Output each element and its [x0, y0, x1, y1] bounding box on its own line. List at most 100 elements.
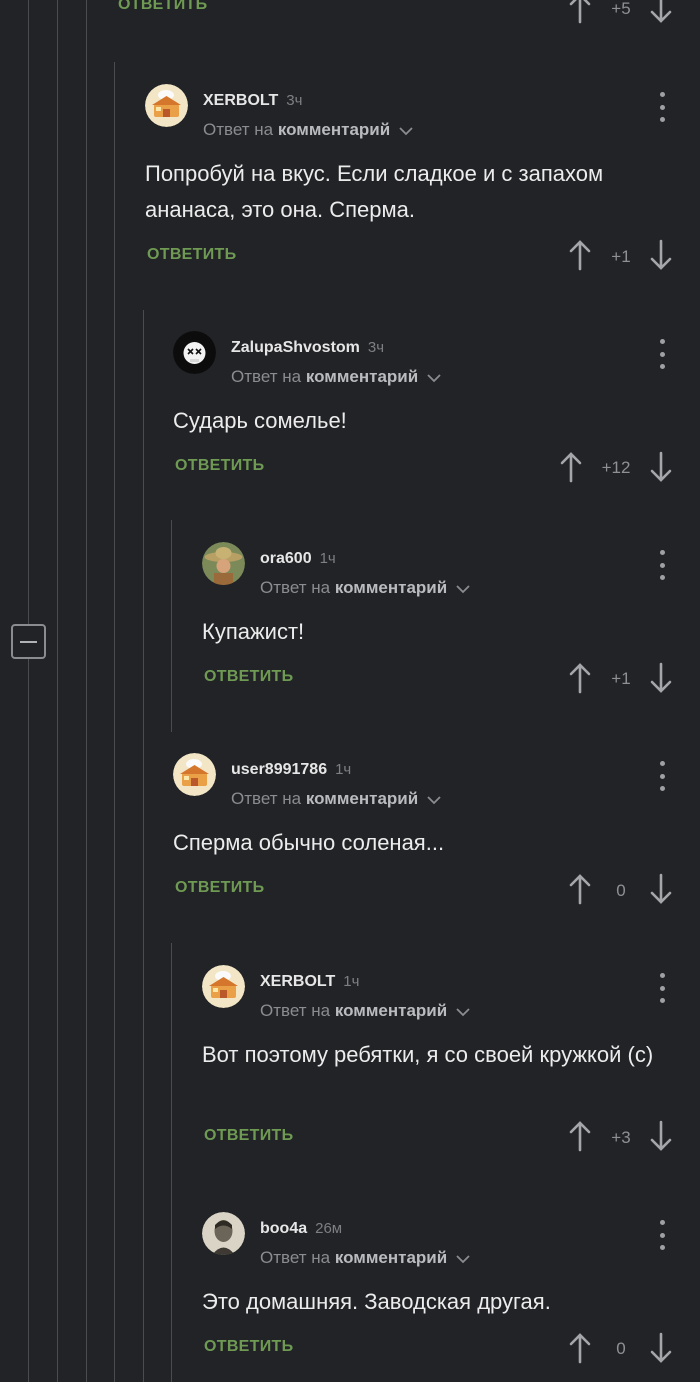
downvote-arrow-icon[interactable]	[650, 662, 672, 694]
comment-text: Вот поэтому ребятки, я со своей кружкой …	[202, 1042, 654, 1067]
comment-text: Купажист!	[202, 619, 305, 644]
reply-button[interactable]: ОТВЕТИТЬ	[204, 1127, 293, 1145]
username-link[interactable]: ZalupaShvostom 3ч	[231, 339, 384, 357]
username: boo4a	[260, 1220, 308, 1237]
user-avatar[interactable]	[202, 542, 245, 585]
reply-to-link[interactable]: Ответ на комментарий	[231, 367, 441, 387]
comment-time: 1ч	[335, 761, 352, 778]
chevron-down-icon	[399, 126, 413, 135]
username: XERBOLT	[260, 973, 336, 990]
vote-score: +5	[611, 0, 631, 18]
comment: XERBOLT 1ч Ответ на комментарий Вот поэто…	[202, 965, 685, 1165]
upvote-arrow-icon[interactable]	[569, 1120, 591, 1152]
thread-line	[143, 310, 144, 1382]
chevron-down-icon	[456, 584, 470, 593]
more-options-icon[interactable]	[654, 92, 670, 122]
downvote-arrow-icon[interactable]	[650, 1120, 672, 1152]
thread-line	[28, 659, 29, 1382]
reply-target: комментарий	[305, 789, 419, 808]
user-avatar[interactable]	[173, 753, 216, 796]
vote-score: 0	[616, 1339, 626, 1358]
comment: XERBOLT 3ч Ответ на комментарий Попробуй …	[145, 84, 685, 284]
thread-line	[114, 62, 115, 1382]
reply-button[interactable]: ОТВЕТИТЬ	[118, 0, 207, 14]
chevron-down-icon	[456, 1254, 470, 1263]
username-link[interactable]: ora600 1ч	[260, 550, 336, 568]
user-avatar[interactable]	[173, 331, 216, 374]
chevron-down-icon	[456, 1007, 470, 1016]
reply-button[interactable]: ОТВЕТИТЬ	[204, 668, 293, 686]
username: XERBOLT	[203, 92, 279, 109]
chevron-down-icon	[427, 373, 441, 382]
comment-text: Сударь сомелье!	[173, 408, 347, 433]
downvote-arrow-icon[interactable]	[650, 1332, 672, 1364]
downvote-arrow-icon[interactable]	[650, 873, 672, 905]
username: ZalupaShvostom	[231, 339, 360, 356]
reply-prefix: Ответ на	[231, 367, 302, 386]
username-link[interactable]: XERBOLT 3ч	[203, 92, 302, 110]
upvote-arrow-icon[interactable]	[569, 0, 591, 24]
upvote-arrow-icon[interactable]	[560, 451, 582, 483]
reply-target: комментарий	[334, 578, 448, 597]
reply-button[interactable]: ОТВЕТИТЬ	[147, 246, 236, 264]
reply-button[interactable]: ОТВЕТИТЬ	[204, 1338, 293, 1356]
reply-to-link[interactable]: Ответ на комментарий	[203, 120, 413, 140]
vote-score: +3	[611, 1128, 631, 1147]
comment-text: Это домашняя. Заводская другая.	[202, 1289, 551, 1314]
vote-score: +1	[611, 669, 631, 688]
reply-to-link[interactable]: Ответ на комментарий	[231, 789, 441, 809]
vote-score: +1	[611, 247, 631, 266]
thread-line	[171, 520, 172, 732]
more-options-icon[interactable]	[654, 1220, 670, 1250]
upvote-arrow-icon[interactable]	[569, 1332, 591, 1364]
reply-button[interactable]: ОТВЕТИТЬ	[175, 879, 264, 897]
comment: ZalupaShvostom 3ч Ответ на комментарий Су…	[173, 331, 685, 491]
comment-time: 1ч	[319, 550, 336, 567]
upvote-arrow-icon[interactable]	[569, 239, 591, 271]
vote-score: +12	[601, 458, 631, 477]
username-link[interactable]: boo4a 26м	[260, 1220, 342, 1238]
user-avatar[interactable]	[145, 84, 188, 127]
reply-prefix: Ответ на	[203, 120, 274, 139]
reply-to-link[interactable]: Ответ на комментарий	[260, 578, 470, 598]
collapse-thread-button[interactable]	[11, 624, 46, 659]
reply-prefix: Ответ на	[260, 1248, 331, 1267]
comment-time: 26м	[315, 1220, 343, 1237]
reply-prefix: Ответ на	[231, 789, 302, 808]
more-options-icon[interactable]	[654, 973, 670, 1003]
username-link[interactable]: user8991786 1ч	[231, 761, 351, 779]
comment: boo4a 26м Ответ на комментарий Это домашн…	[202, 1212, 685, 1377]
vote-score: 0	[616, 881, 626, 900]
user-avatar[interactable]	[202, 965, 245, 1008]
reply-target: комментарий	[305, 367, 419, 386]
downvote-arrow-icon[interactable]	[650, 239, 672, 271]
more-options-icon[interactable]	[654, 550, 670, 580]
downvote-arrow-icon[interactable]	[650, 0, 672, 24]
comment-text: Сперма обычно соленая...	[173, 830, 445, 855]
comment: user8991786 1ч Ответ на комментарий Сперм…	[173, 753, 685, 913]
user-avatar[interactable]	[202, 1212, 245, 1255]
more-options-icon[interactable]	[654, 761, 670, 791]
comment-text: Попробуй на вкус. Если сладкое и с запах…	[145, 161, 604, 222]
chevron-down-icon	[427, 795, 441, 804]
comment-time: 1ч	[343, 973, 360, 990]
upvote-arrow-icon[interactable]	[569, 873, 591, 905]
upvote-arrow-icon[interactable]	[569, 662, 591, 694]
thread-line	[57, 0, 58, 1382]
thread-line	[28, 0, 29, 624]
username-link[interactable]: XERBOLT 1ч	[260, 973, 359, 991]
comment-time: 3ч	[286, 92, 303, 109]
thread-line	[86, 0, 87, 1382]
comment-time: 3ч	[367, 339, 385, 356]
username: user8991786	[231, 761, 328, 778]
reply-target: комментарий	[334, 1001, 448, 1020]
reply-to-link[interactable]: Ответ на комментарий	[260, 1248, 470, 1268]
reply-target: комментарий	[334, 1248, 448, 1267]
reply-button[interactable]: ОТВЕТИТЬ	[175, 457, 264, 475]
reply-prefix: Ответ на	[260, 578, 331, 597]
reply-target: комментарий	[277, 120, 391, 139]
thread-line	[171, 943, 172, 1382]
reply-to-link[interactable]: Ответ на комментарий	[260, 1001, 470, 1021]
downvote-arrow-icon[interactable]	[650, 451, 672, 483]
more-options-icon[interactable]	[654, 339, 670, 369]
